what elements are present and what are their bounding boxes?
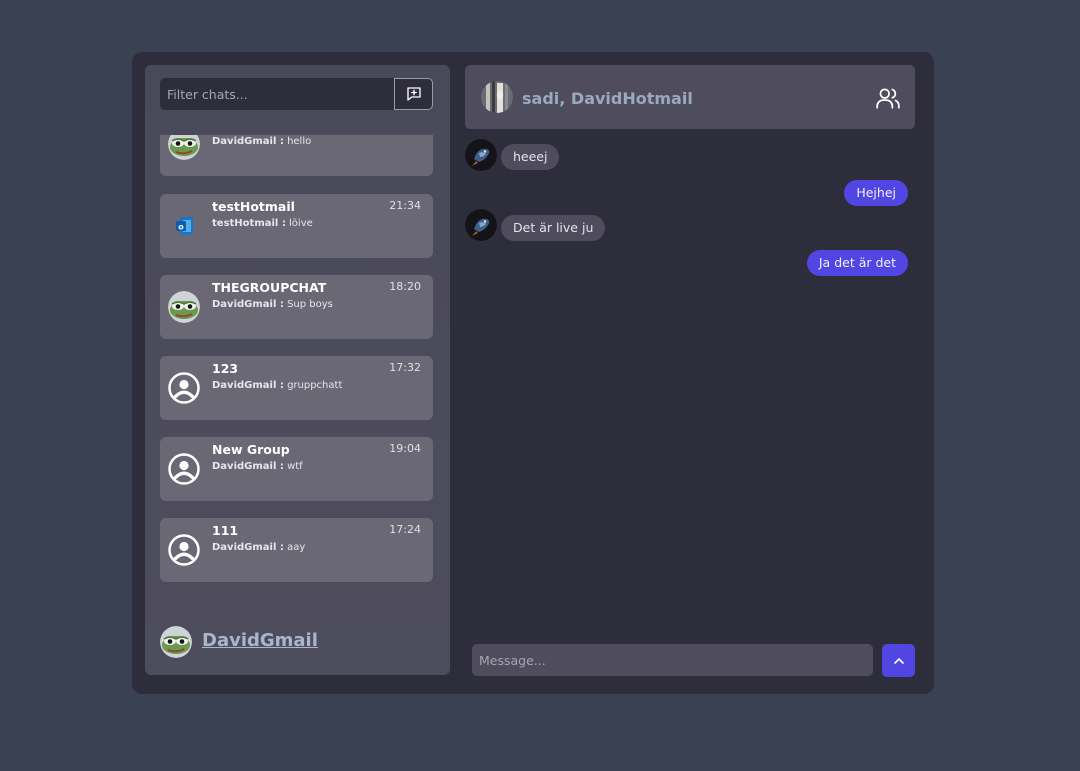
message-bubble-outgoing: Ja det är det [806, 250, 908, 276]
chat-preview: DavidGmail : wtf [212, 461, 303, 472]
chat-item[interactable]: THEGROUPCHAT DavidGmail : Sup boys 18:20 [160, 275, 433, 339]
new-chat-button[interactable] [394, 78, 433, 110]
message-input[interactable] [472, 644, 873, 676]
message-bubble-outgoing: Hejhej [844, 180, 908, 206]
chat-time: 19:04 [389, 442, 421, 455]
chat-list[interactable]: DavidGmail : hello testHotmail testHotma… [160, 135, 435, 595]
current-user-link[interactable]: DavidGmail [202, 630, 318, 651]
chat-preview: DavidGmail : Sup boys [212, 299, 333, 310]
chat-item[interactable]: testHotmail testHotmail : löive 21:34 [160, 194, 433, 258]
chat-name: 111 [212, 523, 239, 538]
users-icon[interactable] [875, 85, 901, 111]
filter-row [160, 78, 433, 110]
chat-time: 17:24 [389, 523, 421, 536]
frog-avatar [160, 626, 192, 658]
message-plus-icon [406, 87, 421, 101]
chat-app: DavidGmail : hello testHotmail testHotma… [132, 52, 934, 694]
chat-preview: DavidGmail : hello [212, 136, 312, 147]
sidebar: DavidGmail : hello testHotmail testHotma… [145, 65, 450, 675]
chat-name: testHotmail [212, 199, 295, 214]
filter-chats-input[interactable] [160, 78, 394, 110]
chat-name: 123 [212, 361, 239, 376]
chat-preview: DavidGmail : aay [212, 542, 306, 553]
chat-header: sadi, DavidHotmail [465, 65, 915, 129]
chat-preview: testHotmail : löive [212, 218, 313, 229]
message-bubble-incoming: Det är live ju [501, 215, 606, 241]
chat-name: THEGROUPCHAT [212, 280, 327, 295]
chevron-up-icon [893, 657, 904, 664]
frog-avatar [168, 135, 200, 160]
chat-name: New Group [212, 442, 290, 457]
sender-avatar [465, 209, 497, 241]
chat-preview: DavidGmail : gruppchatt [212, 380, 343, 391]
user-circle-icon [168, 534, 200, 566]
sender-avatar [465, 139, 497, 171]
chat-item[interactable]: 123 DavidGmail : gruppchatt 17:32 [160, 356, 433, 420]
outlook-logo [168, 210, 200, 242]
user-circle-icon [168, 372, 200, 404]
group-avatar [481, 81, 513, 113]
chat-time: 21:34 [389, 199, 421, 212]
frog-avatar [168, 291, 200, 323]
user-circle-icon [168, 453, 200, 485]
chat-item[interactable]: New Group DavidGmail : wtf 19:04 [160, 437, 433, 501]
chat-title: sadi, DavidHotmail [522, 89, 693, 108]
message-bubble-incoming: heeej [501, 144, 560, 170]
message-composer [472, 644, 915, 677]
chat-item[interactable]: DavidGmail : hello [160, 135, 433, 176]
chat-item[interactable]: 111 DavidGmail : aay 17:24 [160, 518, 433, 582]
chat-time: 18:20 [389, 280, 421, 293]
chat-time: 17:32 [389, 361, 421, 374]
send-button[interactable] [882, 644, 915, 677]
